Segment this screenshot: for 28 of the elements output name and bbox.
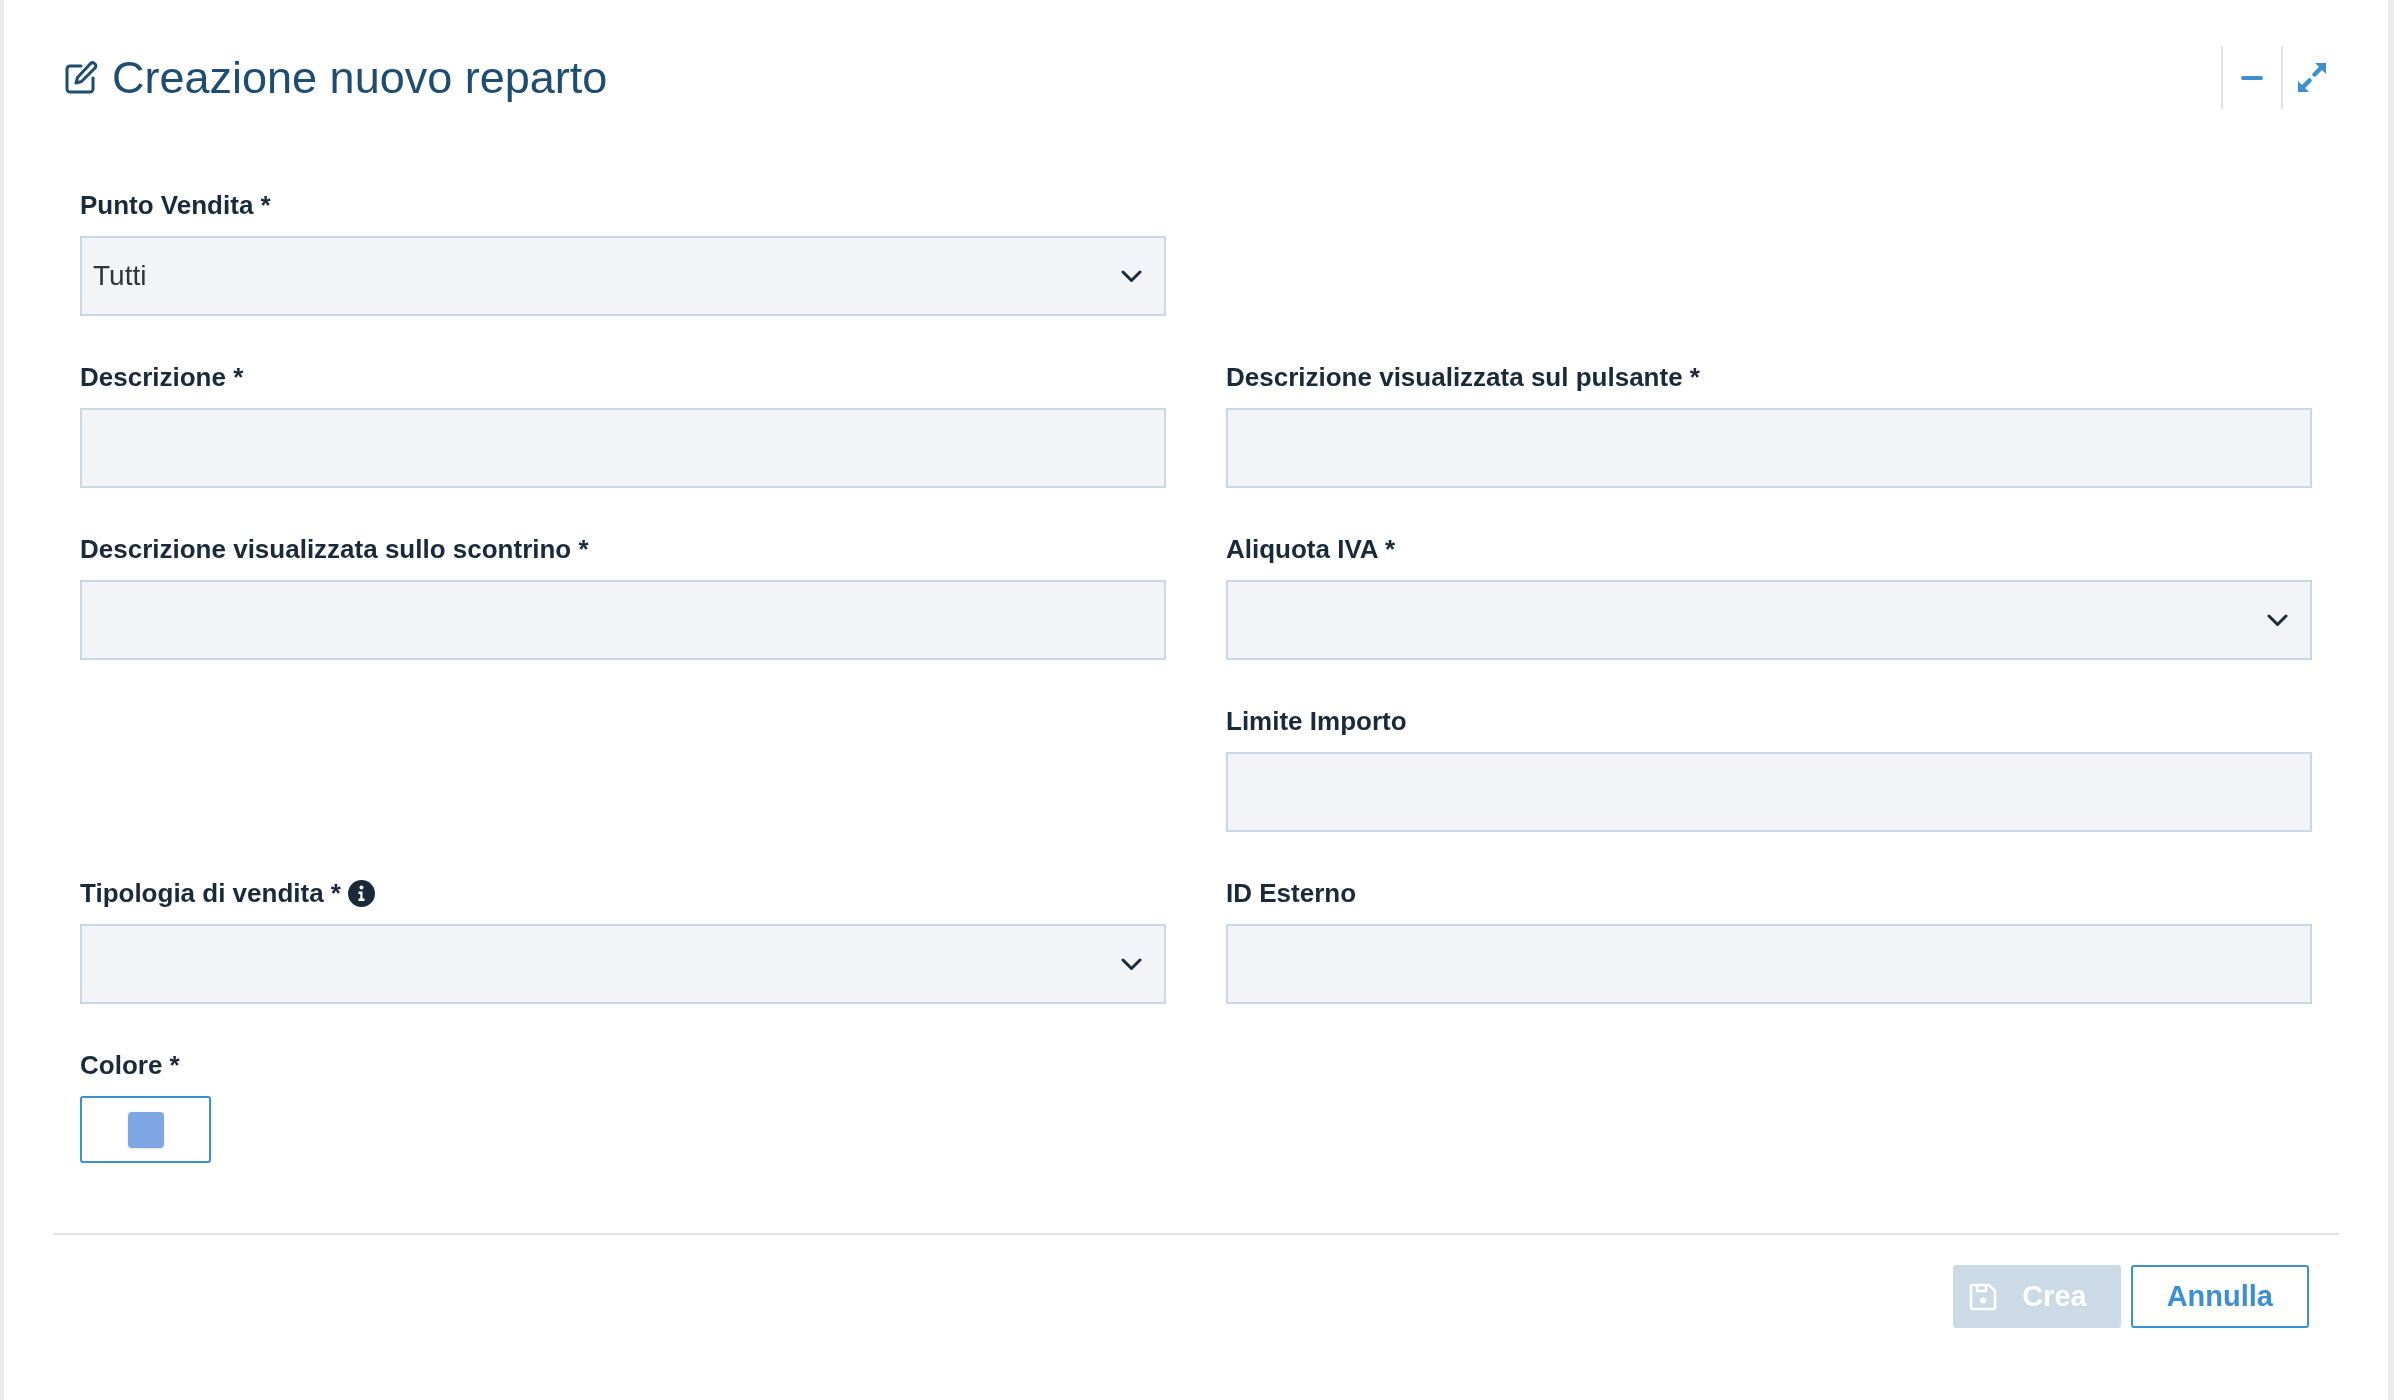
- input-field[interactable]: [1226, 924, 2312, 1004]
- input-field[interactable]: [80, 408, 1166, 488]
- field-label: Descrizione visualizzata sullo scontrino *: [80, 533, 589, 566]
- dialog-title: Creazione nuovo reparto: [112, 50, 608, 105]
- chevron-down-icon: [1121, 957, 1142, 971]
- field-label: Tipologia di vendita *: [80, 877, 341, 910]
- input-field[interactable]: [1226, 752, 2312, 832]
- info-icon[interactable]: [348, 879, 375, 907]
- select-field[interactable]: Tutti: [80, 236, 1166, 316]
- input-field[interactable]: [80, 580, 1166, 660]
- field-label: Colore *: [80, 1049, 180, 1082]
- save-icon: [1969, 1282, 1998, 1311]
- input-field[interactable]: [1226, 408, 2312, 488]
- chevron-down-icon: [2267, 613, 2288, 627]
- field-label: Descrizione *: [80, 361, 244, 394]
- cancel-button[interactable]: Annulla: [2130, 1265, 2309, 1328]
- pencil-icon: [63, 59, 99, 96]
- chevron-down-icon: [1121, 269, 1142, 283]
- select-field[interactable]: [80, 924, 1166, 1004]
- field-label: Aliquota IVA *: [1226, 533, 1395, 566]
- field-label: ID Esterno: [1226, 877, 1357, 910]
- color-picker[interactable]: [80, 1096, 211, 1163]
- expand-icon[interactable]: [2298, 63, 2326, 92]
- field-label: Descrizione visualizzata sul pulsante *: [1226, 361, 1700, 394]
- field-label: Punto Vendita *: [80, 189, 271, 222]
- minus-icon[interactable]: [2241, 75, 2263, 80]
- select-field[interactable]: [1226, 580, 2312, 660]
- field-label: Limite Importo: [1226, 705, 1407, 738]
